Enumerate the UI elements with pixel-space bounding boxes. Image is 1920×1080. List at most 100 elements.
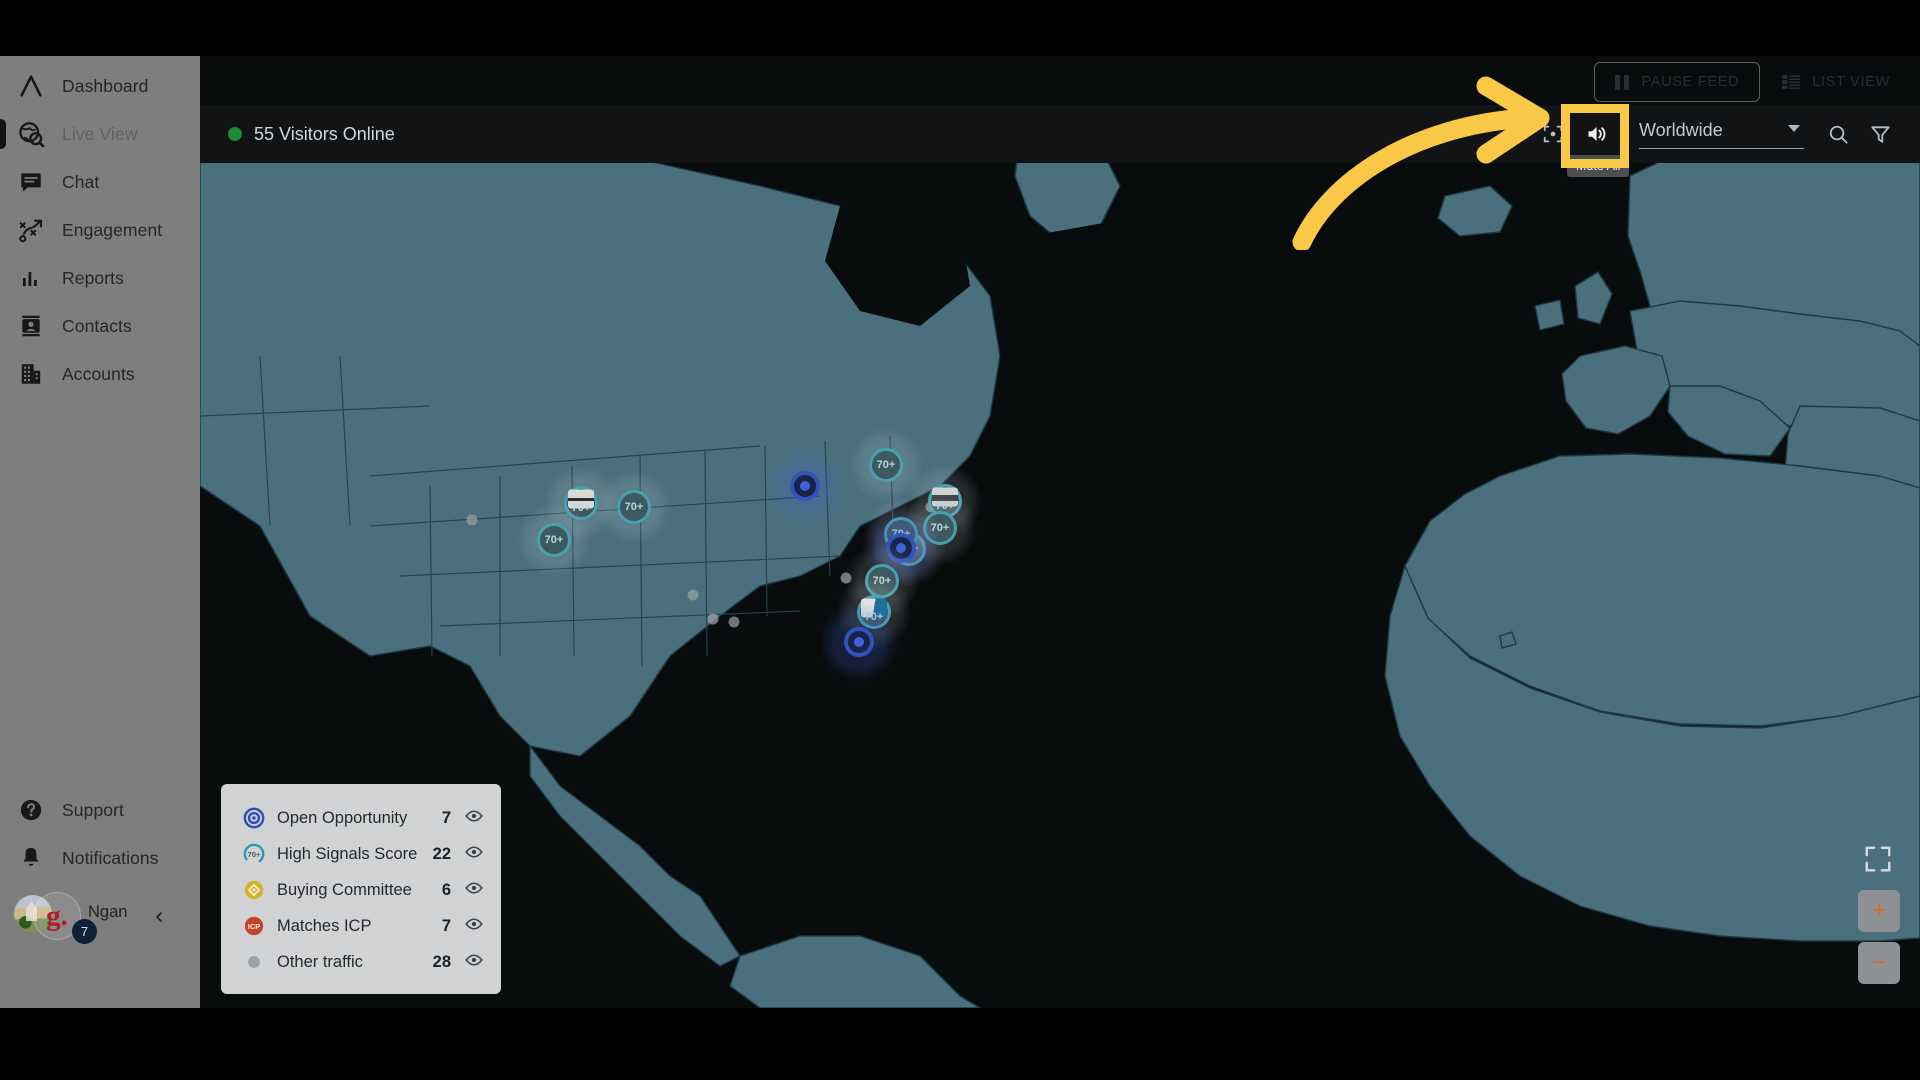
- fullscreen-icon: [1865, 846, 1891, 872]
- search-button[interactable]: [1820, 116, 1856, 152]
- sidebar-item-dashboard[interactable]: Dashboard: [0, 62, 200, 110]
- filter-funnel-icon: [1870, 125, 1890, 143]
- sidebar-item-live-view[interactable]: Live View: [0, 110, 200, 158]
- zoom-in-button[interactable]: +: [1858, 890, 1900, 932]
- logo-chevron-icon: [14, 71, 48, 101]
- active-indicator: [0, 119, 6, 149]
- fullscreen-button[interactable]: [1863, 844, 1895, 876]
- notification-count-badge[interactable]: 7: [72, 919, 97, 944]
- sidebar-item-accounts[interactable]: Accounts: [0, 350, 200, 398]
- letterbox-bottom: [0, 1008, 1920, 1080]
- sidebar-item-support[interactable]: Support: [0, 786, 200, 834]
- list-view-button[interactable]: LIST VIEW: [1772, 62, 1900, 102]
- marker-glow: [820, 603, 898, 681]
- sidebar-item-label: Engagement: [62, 219, 163, 240]
- legend-visibility-toggle[interactable]: [465, 843, 483, 866]
- legend-visibility-toggle[interactable]: [465, 915, 483, 938]
- legend-row[interactable]: 70+ High Signals Score 22: [221, 836, 501, 872]
- legend-row[interactable]: Other traffic 28: [221, 944, 501, 980]
- chat-bubble-icon: [14, 167, 48, 197]
- live-feed-bar: 55 Visitors Online Worldwide: [200, 105, 1920, 163]
- legend-label: Matches ICP: [277, 916, 372, 935]
- legend-count: 7: [441, 808, 451, 827]
- engagement-icon: [14, 215, 48, 245]
- map-marker-other[interactable]: [687, 589, 699, 601]
- map-marker-signals[interactable]: 70+: [849, 428, 923, 502]
- legend-visibility-toggle[interactable]: [465, 951, 483, 974]
- list-icon: [1782, 74, 1801, 90]
- sidebar-item-label: Support: [62, 799, 124, 820]
- legend-row[interactable]: Buying Committee 6: [221, 872, 501, 908]
- target-icon: [243, 807, 265, 829]
- marker-glow: [517, 503, 591, 577]
- pause-feed-button[interactable]: PAUSE FEED: [1594, 62, 1761, 102]
- map-marker-opportunity[interactable]: [820, 603, 898, 681]
- pause-icon: [1615, 74, 1630, 90]
- legend-visibility-toggle[interactable]: [465, 879, 483, 902]
- list-view-label: LIST VIEW: [1812, 74, 1890, 90]
- eye-icon: [465, 845, 483, 858]
- sidebar-item-reports[interactable]: Reports: [0, 254, 200, 302]
- sidebar-item-contacts[interactable]: Contacts: [0, 302, 200, 350]
- legend-row[interactable]: Open Opportunity 7: [221, 800, 501, 836]
- region-select[interactable]: Worldwide: [1639, 120, 1804, 149]
- buying-badge-icon: [244, 880, 264, 900]
- other-traffic-marker: [728, 616, 740, 628]
- legend-count: 7: [441, 916, 451, 935]
- sidebar-nav: Dashboard Live View Chat Engagement Reports C…: [0, 62, 200, 398]
- legend-row[interactable]: ICP Matches ICP 7: [221, 908, 501, 944]
- map-marker-signals[interactable]: 70+: [597, 470, 671, 544]
- visitors-online-text: 55 Visitors Online: [254, 123, 395, 144]
- sidebar-item-notifications[interactable]: Notifications: [0, 834, 200, 882]
- filter-button[interactable]: [1862, 116, 1898, 152]
- sidebar-item-label: Contacts: [62, 315, 132, 336]
- eye-icon: [465, 881, 483, 894]
- sidebar-item-label: Reports: [62, 267, 124, 288]
- map-marker-other[interactable]: [728, 616, 740, 628]
- eye-icon: [465, 953, 483, 966]
- marker-glow: [597, 470, 671, 544]
- map-marker-signals[interactable]: 70+: [517, 503, 591, 577]
- user-name: Ngan: [88, 903, 128, 921]
- mute-all-tooltip: Mute All: [1567, 155, 1630, 177]
- sidebar-item-engagement[interactable]: Engagement: [0, 206, 200, 254]
- sidebar-item-chat[interactable]: Chat: [0, 158, 200, 206]
- sidebar-collapse-button[interactable]: [146, 904, 172, 930]
- legend-count: 28: [432, 952, 451, 971]
- marker-glow: [766, 447, 844, 525]
- sidebar-item-label: Notifications: [62, 847, 159, 868]
- zoom-out-button[interactable]: −: [1858, 942, 1900, 984]
- mute-all-button[interactable]: [1577, 114, 1617, 154]
- globe-search-icon: [14, 119, 48, 149]
- region-select-value: Worldwide: [1639, 119, 1723, 140]
- live-view-page: 70+70+70+70+70+70+70+70+70+70+ Dashboard…: [0, 0, 1920, 1080]
- buying-badge-icon: [243, 879, 265, 901]
- building-icon: [14, 359, 48, 389]
- gray-dot-icon: [243, 951, 265, 973]
- legend-count: 22: [432, 844, 451, 863]
- map-marker-other[interactable]: [707, 613, 719, 625]
- eye-icon: [465, 809, 483, 822]
- legend-count: 6: [441, 880, 451, 899]
- legend-label: Open Opportunity: [277, 808, 408, 827]
- map-marker-other[interactable]: [466, 514, 478, 526]
- map-marker-opportunity[interactable]: [766, 447, 844, 525]
- contact-card-icon: [14, 311, 48, 341]
- search-icon: [1829, 125, 1848, 144]
- signals-70-icon: 70+: [243, 843, 265, 865]
- locate-button[interactable]: [1535, 116, 1571, 152]
- legend-label: High Signals Score: [277, 844, 418, 863]
- svg-text:ICP: ICP: [248, 922, 261, 931]
- icp-icon: ICP: [243, 915, 265, 937]
- sidebar-item-label: Live View: [62, 123, 138, 144]
- gray-dot-icon: [248, 956, 260, 968]
- legend-visibility-toggle[interactable]: [465, 807, 483, 830]
- map-zoom-controls: + −: [1858, 844, 1900, 994]
- sidebar-item-label: Chat: [62, 171, 100, 192]
- bell-icon: [14, 843, 48, 873]
- sidebar-item-label: Accounts: [62, 363, 135, 384]
- other-traffic-marker: [466, 514, 478, 526]
- target-icon: [243, 807, 265, 829]
- speaker-on-icon: [1588, 127, 1606, 141]
- visitors-online-status: 55 Visitors Online: [228, 124, 395, 145]
